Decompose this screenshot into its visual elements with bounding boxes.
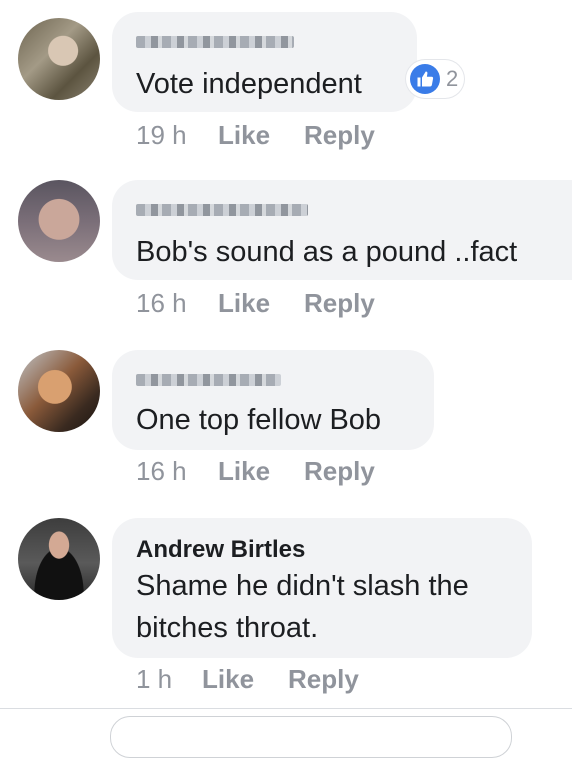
comment-input[interactable]: [110, 716, 512, 758]
reaction-badge[interactable]: 2: [406, 60, 465, 98]
reply-button[interactable]: Reply: [304, 456, 375, 487]
like-button[interactable]: Like: [218, 288, 270, 319]
comment-bubble: Bob's sound as a pound ..fact: [112, 180, 572, 280]
comment-text: One top fellow Bob: [136, 404, 382, 436]
avatar[interactable]: [18, 518, 100, 600]
author-name[interactable]: Andrew Birtles: [136, 536, 305, 564]
timestamp: 16 h: [136, 456, 187, 486]
comment-bubble: Vote independent: [112, 12, 417, 112]
avatar[interactable]: [18, 18, 100, 100]
comment-bubble: One top fellow Bob: [112, 350, 434, 450]
comment-text-line-1: Shame he didn't slash the: [136, 570, 469, 602]
reply-button[interactable]: Reply: [304, 120, 375, 151]
reply-button[interactable]: Reply: [288, 664, 359, 695]
divider: [0, 708, 572, 709]
like-button[interactable]: Like: [218, 120, 270, 151]
reply-button[interactable]: Reply: [304, 288, 375, 319]
like-button[interactable]: Like: [218, 456, 270, 487]
author-name-redacted[interactable]: [136, 204, 308, 216]
like-thumb-icon: [410, 64, 440, 94]
comment-text-line-2: bitches throat.: [136, 612, 319, 644]
timestamp: 19 h: [136, 120, 187, 150]
reaction-count: 2: [446, 66, 459, 91]
avatar[interactable]: [18, 180, 100, 262]
author-name-redacted[interactable]: [136, 36, 294, 48]
comment-bubble: Andrew Birtles Shame he didn't slash the…: [112, 518, 532, 658]
comment-text: Vote independent: [136, 68, 362, 100]
like-button[interactable]: Like: [202, 664, 254, 695]
comment-text: Bob's sound as a pound ..fact: [136, 236, 518, 268]
author-name-redacted[interactable]: [136, 374, 281, 386]
timestamp: 16 h: [136, 288, 187, 318]
avatar[interactable]: [18, 350, 100, 432]
timestamp: 1 h: [136, 664, 173, 694]
